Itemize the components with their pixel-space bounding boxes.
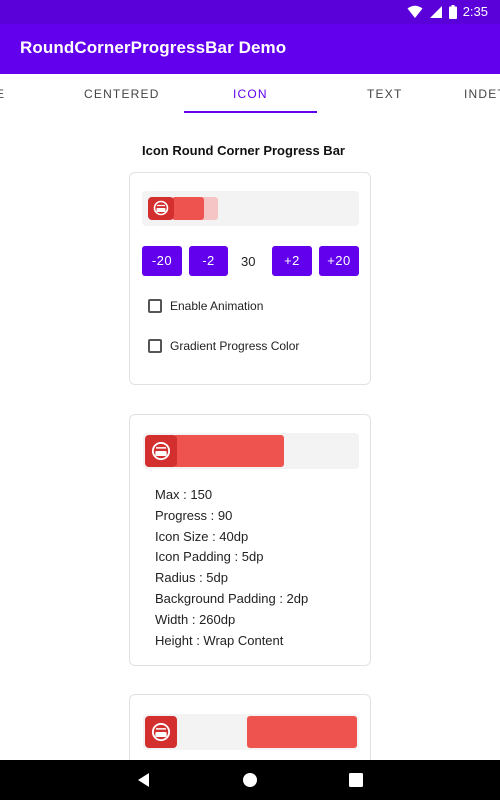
back-icon[interactable] (137, 772, 151, 788)
info-icon-size: Icon Size : 40dp (155, 528, 249, 544)
signal-icon (429, 5, 442, 18)
tab-bar: E CENTERED ICON TEXT INDET (0, 74, 500, 114)
section-title: Icon Round Corner Progress Bar (142, 143, 345, 158)
reverse-progress-bar (247, 716, 357, 748)
status-bar: 2:35 (0, 0, 500, 24)
gradient-color-checkbox[interactable] (148, 339, 162, 353)
info-card: Max : 150 Progress : 90 Icon Size : 40dp… (129, 414, 371, 666)
status-icons: 2:35 (407, 4, 488, 19)
gradient-color-row[interactable]: Gradient Progress Color (148, 339, 299, 353)
navigation-bar (0, 760, 500, 800)
battery-icon (448, 4, 457, 19)
gradient-color-label: Gradient Progress Color (170, 339, 300, 353)
progress-value: 30 (241, 254, 256, 269)
info-height: Height : Wrap Content (155, 632, 284, 648)
progress-track (143, 433, 359, 469)
enable-animation-row[interactable]: Enable Animation (148, 299, 263, 313)
face-mask-icon (151, 441, 171, 461)
face-mask-icon (153, 200, 169, 216)
tab-icon[interactable]: ICON (233, 87, 268, 101)
status-time: 2:35 (462, 4, 488, 19)
progress-icon-box (148, 197, 174, 220)
tab-text[interactable]: TEXT (367, 87, 402, 101)
info-list: Max : 150 Progress : 90 Icon Size : 40dp… (155, 485, 308, 651)
wifi-icon (407, 5, 423, 18)
info-width: Width : 260dp (155, 611, 236, 627)
recents-icon[interactable] (349, 773, 363, 787)
enable-animation-label: Enable Animation (170, 299, 264, 313)
tab-partial-left[interactable]: E (0, 87, 5, 101)
tab-indeterminate[interactable]: INDET (464, 87, 500, 101)
app-bar: RoundCornerProgressBar Demo (0, 24, 500, 74)
info-background-padding: Background Padding : 2dp (155, 590, 309, 606)
progress-icon-box (145, 435, 177, 467)
decrease-20-button[interactable]: -20 (142, 246, 182, 276)
tab-centered[interactable]: CENTERED (84, 87, 160, 101)
progress-track (143, 714, 359, 750)
progress-track (142, 191, 359, 226)
info-progress: Progress : 90 (155, 507, 233, 523)
control-card: -20 -2 30 +2 +20 Enable Animation Gradie… (129, 172, 371, 385)
increase-20-button[interactable]: +20 (319, 246, 359, 276)
progress-bar (172, 197, 204, 220)
tab-indicator (184, 111, 317, 113)
info-icon-padding: Icon Padding : 5dp (155, 549, 264, 565)
info-radius: Radius : 5dp (155, 570, 228, 586)
enable-animation-checkbox[interactable] (148, 299, 162, 313)
face-mask-icon (151, 722, 171, 742)
info-max: Max : 150 (155, 487, 213, 502)
home-icon[interactable] (242, 772, 258, 788)
increase-2-button[interactable]: +2 (272, 246, 312, 276)
progress-bar (173, 435, 284, 467)
decrease-2-button[interactable]: -2 (189, 246, 228, 276)
progress-icon-box (145, 716, 177, 748)
app-title: RoundCornerProgressBar Demo (20, 38, 287, 57)
